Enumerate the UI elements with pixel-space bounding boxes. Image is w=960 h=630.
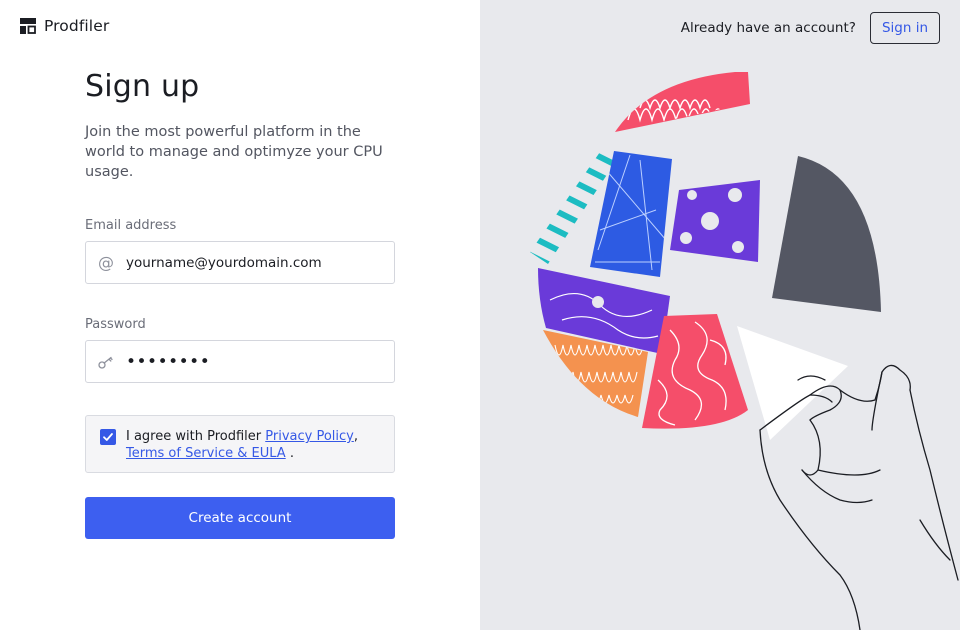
agree-suffix: . bbox=[285, 446, 294, 461]
page-title: Sign up bbox=[85, 69, 200, 104]
key-icon bbox=[97, 352, 115, 372]
create-account-button[interactable]: Create account bbox=[85, 497, 395, 539]
signup-form-header: Sign up Join the most powerful platform … bbox=[85, 68, 395, 182]
pie-slice-slate bbox=[772, 156, 881, 312]
brand[interactable]: Prodfiler bbox=[20, 17, 109, 35]
password-field[interactable] bbox=[85, 340, 395, 383]
privacy-policy-link[interactable]: Privacy Policy bbox=[265, 429, 354, 444]
prodfiler-logo-icon bbox=[20, 18, 36, 34]
pie-slice-white bbox=[737, 326, 848, 440]
email-label: Email address bbox=[85, 218, 177, 233]
pie-slice-red-top bbox=[615, 72, 750, 132]
agree-checkbox[interactable] bbox=[100, 429, 116, 445]
check-icon bbox=[103, 433, 113, 441]
brand-name: Prodfiler bbox=[44, 17, 110, 35]
page-subtitle: Join the most powerful platform in the w… bbox=[85, 124, 383, 180]
agree-comma: , bbox=[353, 429, 358, 444]
pie-slice-purple-puzzle bbox=[670, 180, 760, 262]
illustration-panel: Already have an account? Sign in bbox=[480, 0, 960, 630]
email-field[interactable]: @ bbox=[85, 241, 395, 284]
at-icon: @ bbox=[98, 253, 114, 272]
terms-link[interactable]: Terms of Service & EULA bbox=[126, 446, 286, 461]
agree-text: I agree with Prodfiler Privacy Policy, Te… bbox=[126, 428, 386, 462]
agree-prefix: I agree with Prodfiler bbox=[126, 429, 266, 444]
password-input[interactable] bbox=[126, 341, 386, 382]
password-label: Password bbox=[85, 317, 146, 332]
email-input[interactable] bbox=[126, 242, 386, 283]
terms-agreement: I agree with Prodfiler Privacy Policy, Te… bbox=[85, 415, 395, 473]
signup-panel: Prodfiler Sign up Join the most powerful… bbox=[0, 0, 480, 630]
hand-pointing-at-pie-chart-illustration bbox=[530, 72, 959, 630]
